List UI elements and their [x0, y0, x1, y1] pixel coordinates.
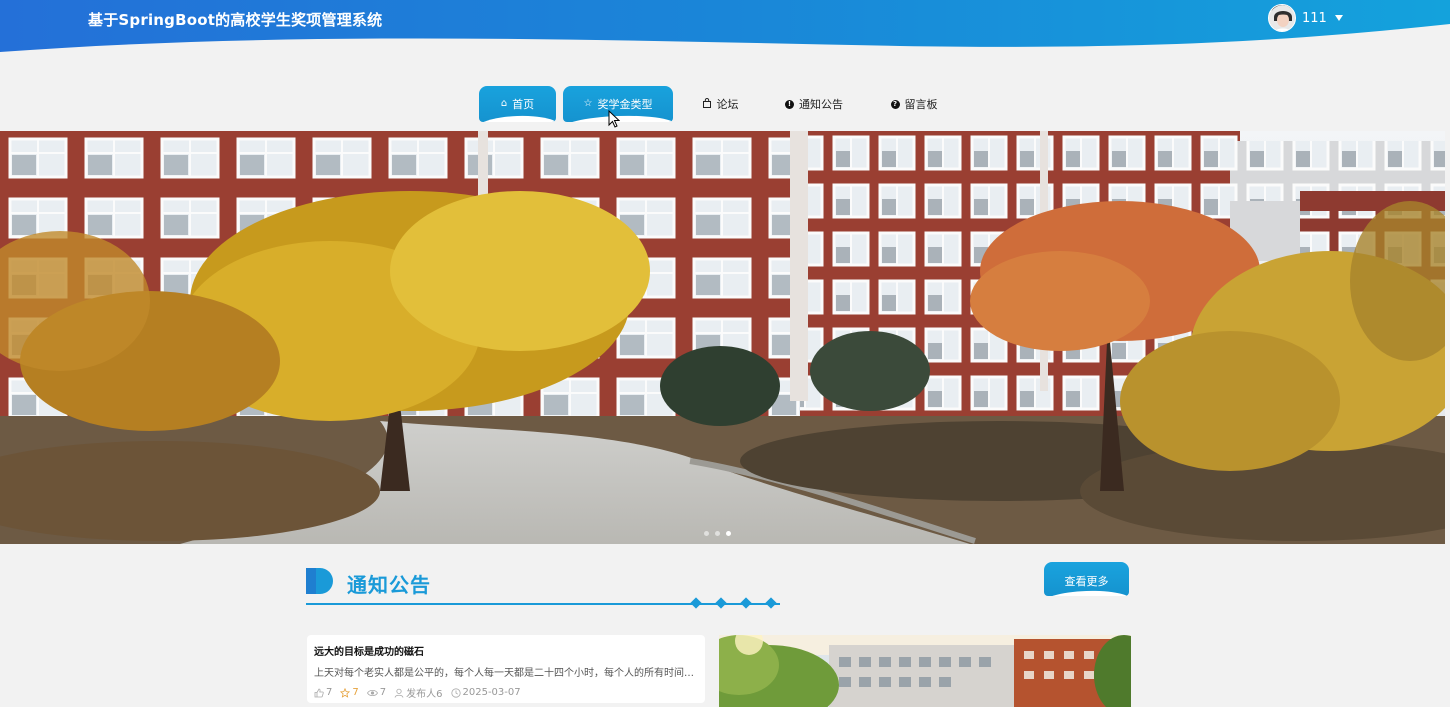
mouse-cursor-icon	[608, 110, 620, 128]
section-title: 通知公告	[347, 573, 431, 597]
nav-item-home[interactable]: ⌂ 首页	[479, 86, 556, 122]
nav-label: 首页	[512, 98, 535, 111]
diamond-icon	[690, 597, 702, 609]
nav-item-notices[interactable]: ! 通知公告	[774, 86, 854, 122]
notices-section-header: 通知公告 查看更多	[306, 562, 1132, 610]
carousel-dot[interactable]	[715, 531, 720, 536]
nav-label: 通知公告	[799, 98, 843, 111]
diamond-icon	[715, 597, 727, 609]
home-icon: ⌂	[500, 98, 508, 109]
main-nav: ⌂ 首页 ☆ 奖学金类型 论坛 ! 通知公告 ? 留言板	[0, 86, 1450, 126]
info-icon: !	[785, 99, 794, 109]
favorite-count[interactable]: 7	[340, 687, 359, 698]
nav-item-forum[interactable]: 论坛	[690, 86, 750, 122]
notice-card[interactable]: 远大的目标是成功的磁石 上天对每个老实人都是公平的，每个人每一天都是二十四个小时…	[307, 635, 705, 703]
eye-icon	[366, 689, 378, 696]
view-more-label: 查看更多	[1064, 575, 1109, 588]
user-menu[interactable]: 111	[1268, 4, 1343, 32]
carousel-dot[interactable]	[704, 531, 709, 536]
notice-image[interactable]	[719, 635, 1131, 707]
thumb-up-icon	[314, 688, 324, 697]
user-icon	[394, 688, 404, 698]
top-header: 基于SpringBoot的高校学生奖项管理系统 111	[0, 0, 1450, 60]
view-more-button[interactable]: 查看更多	[1044, 562, 1129, 596]
carousel-indicators	[704, 531, 731, 536]
diamond-icon	[740, 597, 752, 609]
site-title: 基于SpringBoot的高校学生奖项管理系统	[88, 11, 383, 29]
nav-label: 论坛	[716, 98, 739, 111]
clock-icon	[450, 687, 461, 698]
avatar[interactable]	[1268, 4, 1296, 32]
star-outline-icon	[340, 687, 351, 698]
section-diamond-decoration	[690, 597, 777, 609]
publisher: 发布人6	[394, 685, 443, 700]
username[interactable]: 111	[1302, 11, 1327, 26]
view-count: 7	[366, 687, 386, 698]
bag-icon	[702, 97, 712, 111]
caret-down-icon[interactable]	[1334, 15, 1343, 21]
publish-date: 2025-03-07	[450, 687, 521, 698]
question-icon: ?	[890, 99, 900, 109]
campus-building-image	[0, 131, 1445, 544]
diamond-icon	[765, 597, 777, 609]
notice-title[interactable]: 远大的目标是成功的磁石	[314, 643, 698, 658]
banner-carousel[interactable]	[0, 131, 1445, 544]
like-count[interactable]: 7	[314, 687, 332, 698]
nav-label: 留言板	[904, 98, 938, 111]
nav-item-message-board[interactable]: ? 留言板	[880, 86, 948, 122]
notice-summary: 上天对每个老实人都是公平的，每个人每一天都是二十四个小时，每个人的所有时间都是.…	[314, 668, 698, 679]
notice-meta: 7 7 7 发布人6 2025-03-07	[314, 685, 698, 700]
section-badge-icon	[306, 568, 333, 594]
carousel-dot-active[interactable]	[726, 531, 731, 536]
star-icon: ☆	[583, 98, 593, 109]
campus-photo-image	[719, 635, 1131, 707]
nav-label: 奖学金类型	[597, 98, 653, 111]
